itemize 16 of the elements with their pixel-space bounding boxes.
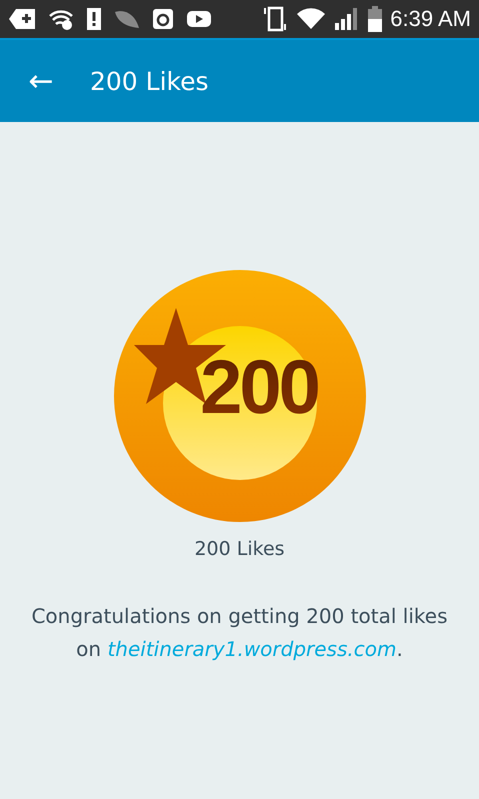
- wifi-question-icon: [48, 8, 74, 30]
- camera-icon: [152, 8, 174, 30]
- play-icon: [186, 9, 212, 29]
- clock-time: 6:39 AM: [390, 6, 471, 32]
- leaf-icon: [114, 9, 140, 29]
- vibrate-icon: [262, 6, 288, 32]
- badge-drawing: 200: [114, 270, 366, 522]
- badge-label: 200 Likes: [194, 538, 285, 560]
- alert-icon: [86, 7, 102, 31]
- congratulations-message: Congratulations on getting 200 total likes on theitinerary1.wordpress.com.: [30, 603, 449, 663]
- back-button[interactable]: ←: [24, 64, 58, 98]
- battery-icon: [368, 6, 382, 32]
- plus-tag-icon: [8, 8, 36, 30]
- wifi-icon: [296, 8, 326, 30]
- page-title: 200 Likes: [90, 66, 209, 96]
- site-link[interactable]: theitinerary1.wordpress.com: [107, 637, 396, 661]
